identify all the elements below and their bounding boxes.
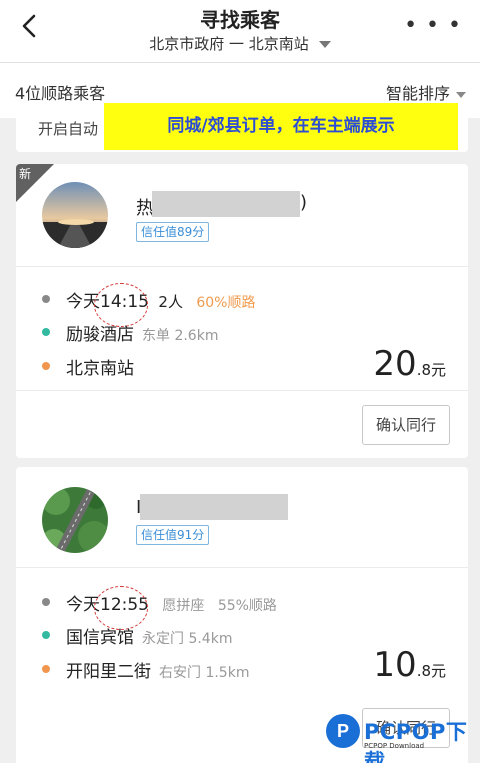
- trust-score-badge: 信任值91分: [136, 525, 210, 545]
- seat-preference: 愿拼座: [162, 598, 205, 614]
- destination-dot-icon: [42, 362, 50, 370]
- destination-row: 开阳里二街 右安门 1.5km: [42, 657, 342, 682]
- svg-text:P: P: [337, 721, 349, 741]
- avatar[interactable]: [42, 182, 108, 248]
- price: 20.8元: [373, 344, 446, 384]
- origin-row: 国信宾馆 永定门 5.4km: [42, 623, 342, 648]
- price-unit: .8元: [416, 361, 446, 379]
- passenger-count: 4位顺路乘客: [15, 84, 106, 103]
- destination-detail: 右安门 1.5km: [159, 665, 250, 681]
- clock-icon: [42, 295, 50, 303]
- sort-label: 智能排序: [385, 84, 450, 103]
- price: 10.8元: [373, 645, 446, 685]
- sort-dropdown[interactable]: 智能排序: [386, 80, 466, 104]
- origin-name: 励骏酒店: [66, 325, 134, 345]
- more-options-icon[interactable]: • • •: [404, 15, 462, 37]
- avatar-image: [42, 182, 108, 248]
- trip-time: 14:15: [94, 283, 149, 327]
- origin-dot-icon: [42, 631, 50, 639]
- confirm-ride-button[interactable]: 确认同行: [362, 405, 450, 445]
- new-badge-label: 新: [19, 167, 32, 181]
- watermark: P PCPOP下载 PCPOP Download: [326, 712, 476, 763]
- divider: [16, 266, 468, 267]
- annotation-banner: 同城/郊县订单，在车主端展示: [104, 103, 458, 150]
- chevron-down-icon: [318, 41, 331, 48]
- watermark-sub: PCPOP Download: [364, 742, 425, 750]
- avatar[interactable]: [42, 487, 108, 553]
- nav-header: 寻找乘客 北京市政府 一 北京南站 • • •: [0, 0, 480, 62]
- time-row: 今天12:55 愿拼座 55%顺路: [42, 586, 342, 630]
- origin-detail: 永定门 5.4km: [142, 631, 233, 647]
- watermark-brand: PCPOP下载: [364, 720, 468, 763]
- time-row: 今天14:15 2人 60%顺路: [42, 283, 342, 327]
- price-main: 20: [373, 344, 417, 384]
- origin-detail: 东单 2.6km: [142, 328, 219, 344]
- trip-time: 12:55: [94, 586, 149, 630]
- destination-dot-icon: [42, 665, 50, 673]
- route-label: 北京市政府 一 北京南站: [149, 35, 309, 53]
- redacted-name: [140, 494, 288, 520]
- origin-dot-icon: [42, 328, 50, 336]
- destination-name: 开阳里二街: [66, 662, 151, 682]
- divider: [16, 567, 468, 568]
- divider: [16, 390, 468, 391]
- passenger-card[interactable]: 新 热 ) 信任值89分 今天14:15 2人 60%顺路 励骏酒店 东单 2.…: [16, 164, 468, 458]
- origin-row: 励骏酒店 东单 2.6km: [42, 320, 342, 345]
- clock-icon: [42, 598, 50, 606]
- price-main: 10: [373, 645, 417, 685]
- avatar-image: [42, 487, 108, 553]
- route-match: 60%顺路: [196, 295, 256, 311]
- destination-name: 北京南站: [66, 359, 134, 379]
- origin-name: 国信宾馆: [66, 628, 134, 648]
- trust-score-badge: 信任值89分: [136, 222, 210, 242]
- passenger-name-suffix: ): [300, 192, 308, 213]
- redacted-name: [152, 191, 300, 217]
- route-match: 55%顺路: [217, 598, 277, 614]
- chevron-down-icon: [456, 91, 466, 98]
- auto-accept-label: 开启自动: [38, 120, 99, 138]
- pcpop-logo-icon: P: [326, 714, 360, 748]
- destination-row: 北京南站: [42, 354, 342, 379]
- passenger-count: 2人: [158, 293, 183, 311]
- price-unit: .8元: [416, 662, 446, 680]
